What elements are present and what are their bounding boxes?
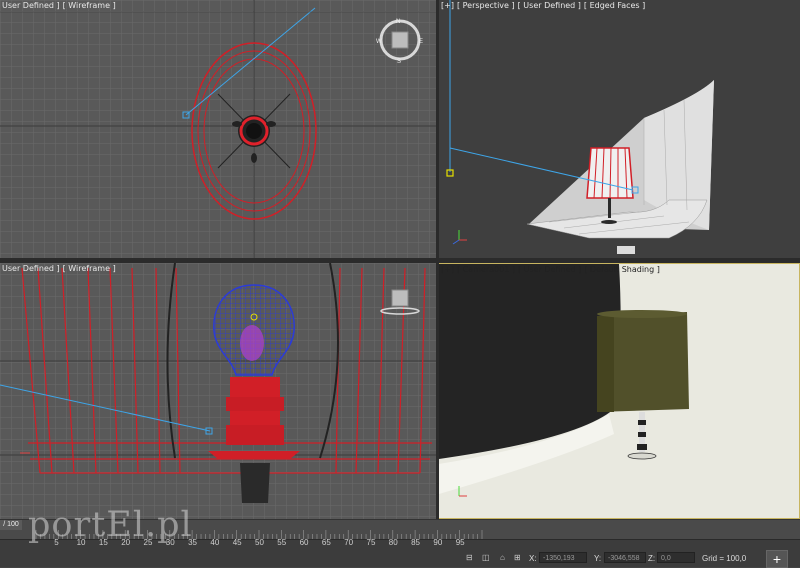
viewcube-icon[interactable]: N W E S (376, 16, 424, 64)
shading-label[interactable]: [ Edged Faces ] (584, 1, 645, 10)
camera-scene (439, 264, 799, 518)
z-coord-label: Z: (648, 554, 656, 563)
timeline-tick-label: 75 (366, 538, 376, 547)
top-scene (0, 0, 436, 258)
add-time-tag-button[interactable]: + (766, 550, 788, 568)
grid-size-label: Grid = 100,0 (702, 554, 747, 563)
perspective-scene (446, 0, 714, 254)
timeline-tick-label: 55 (277, 538, 287, 547)
shading-preset-label[interactable]: [ User Defined ] (518, 1, 581, 10)
shading-label[interactable]: [ Default Shading ] (584, 265, 660, 274)
viewport-menu-button[interactable]: [+] (441, 265, 454, 274)
viewport-divider-horizontal[interactable] (0, 258, 800, 263)
viewport-label[interactable]: User Defined ][ Wireframe ] (2, 264, 119, 273)
timeline-tick-label: 60 (299, 538, 309, 547)
perspective-viewport[interactable]: [+][ Perspective ][ User Defined ][ Edge… (439, 0, 800, 258)
x-coord-field[interactable]: -1350,193 (539, 552, 587, 563)
y-coord-field[interactable]: -3046,558 (604, 552, 646, 563)
shading-label[interactable]: [ Wireframe ] (63, 264, 116, 273)
svg-text:E: E (419, 39, 423, 45)
viewport-label[interactable]: User Defined ][ Wireframe ] (2, 1, 119, 10)
timeline-tick-label: 80 (388, 538, 398, 547)
shading-label[interactable]: [ Wireframe ] (63, 1, 116, 10)
front-viewport[interactable]: User Defined ][ Wireframe ] (0, 263, 436, 519)
timeline-tick-label: 40 (210, 538, 220, 547)
camera-viewport[interactable]: [+][ Camera001 ][ User Defined ][ Defaul… (438, 263, 800, 519)
z-coord-field[interactable]: 0,0 (657, 552, 695, 563)
viewport-menu-button[interactable]: [+] (441, 1, 454, 10)
viewcube-icon[interactable] (380, 287, 424, 317)
x-coord-label: X: (529, 554, 537, 563)
absolute-mode-icon[interactable]: ⊞ (514, 553, 523, 562)
svg-text:S: S (397, 59, 401, 64)
view-mode-label[interactable]: [ Camera001 ] (457, 265, 515, 274)
lock-icon[interactable]: ⊟ (466, 553, 475, 562)
top-viewport[interactable]: User Defined ][ Wireframe ] N W E S (0, 0, 436, 258)
svg-text:N: N (396, 19, 400, 25)
timeline-tick-label: 85 (411, 538, 420, 547)
view-mode-label[interactable]: [ Perspective ] (457, 1, 515, 10)
timeline-tick-label: 50 (255, 538, 264, 547)
timeline-tick-label: 95 (455, 538, 465, 547)
front-scene (0, 263, 436, 519)
y-coord-label: Y: (594, 554, 602, 563)
svg-text:W: W (376, 39, 382, 45)
viewport-label[interactable]: [+][ Perspective ][ User Defined ][ Edge… (441, 1, 648, 10)
selection-lock-icon[interactable]: ⌂ (500, 553, 509, 562)
watermark-logo: portEl.pl (28, 505, 193, 545)
view-mode-label[interactable]: User Defined ] (2, 1, 60, 10)
view-mode-label[interactable]: User Defined ] (2, 264, 60, 273)
viewport-label[interactable]: [+][ Camera001 ][ User Defined ][ Defaul… (441, 265, 663, 274)
timeline-tick-label: 45 (232, 538, 242, 547)
isolate-icon[interactable]: ◫ (482, 553, 491, 562)
timeline-tick-label: 70 (344, 538, 354, 547)
timeline-tick-label: 65 (321, 538, 331, 547)
timeline-tick-label: 90 (433, 538, 443, 547)
shading-preset-label[interactable]: [ User Defined ] (518, 265, 581, 274)
